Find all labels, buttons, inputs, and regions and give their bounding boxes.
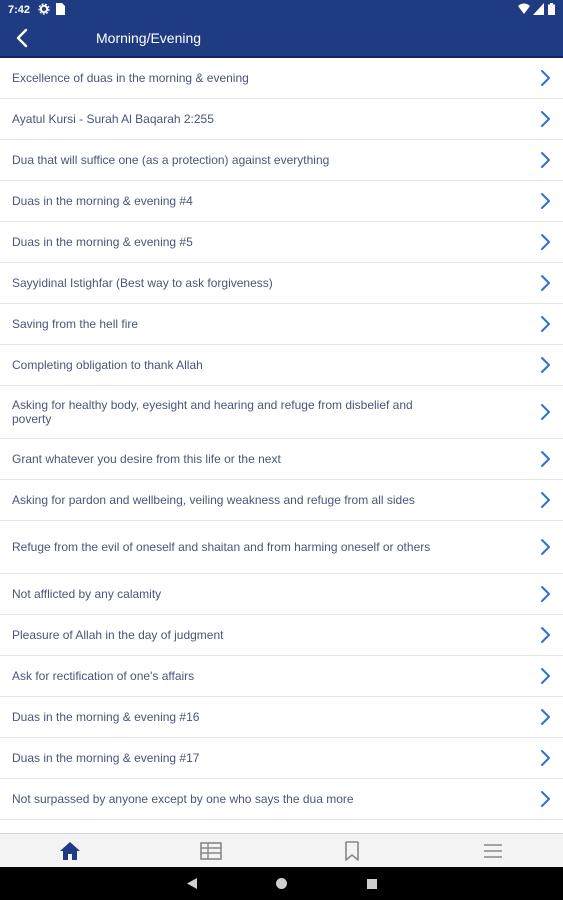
list-item[interactable]: Pleasure of Allah in the day of judgment bbox=[0, 615, 563, 656]
list-item[interactable]: Not surpassed by anyone except by one wh… bbox=[0, 779, 563, 820]
home-circle-icon[interactable] bbox=[275, 877, 288, 895]
chevron-right-icon bbox=[539, 69, 551, 87]
chevron-right-icon bbox=[539, 315, 551, 333]
list-item-label: Asking for healthy body, eyesight and he… bbox=[12, 398, 413, 426]
list-item-label: Refuge from the evil of oneself and shai… bbox=[12, 540, 431, 554]
list-item-label: Excellence of duas in the morning & even… bbox=[12, 71, 249, 85]
list-item[interactable]: Dua that will suffice one (as a protecti… bbox=[0, 140, 563, 181]
list-item-label: Duas in the morning & evening #17 bbox=[12, 751, 200, 765]
list-item[interactable]: Duas in the morning & evening #16 bbox=[0, 697, 563, 738]
status-time: 7:42 bbox=[8, 4, 31, 16]
battery-icon bbox=[548, 3, 555, 18]
chevron-right-icon bbox=[539, 585, 551, 603]
chevron-right-icon bbox=[539, 233, 551, 251]
list-item-label: Dua that will suffice one (as a protecti… bbox=[12, 153, 330, 167]
list-item-label: Duas in the morning & evening #16 bbox=[12, 710, 200, 724]
back-triangle-icon[interactable] bbox=[186, 877, 198, 895]
list-item[interactable]: Ask for rectification of one's affairs bbox=[0, 656, 563, 697]
list-item[interactable]: Excellence of duas in the morning & even… bbox=[0, 58, 563, 99]
signal-icon bbox=[533, 3, 544, 18]
list-item-label: Sayyidinal Istighfar (Best way to ask fo… bbox=[12, 276, 273, 290]
chevron-right-icon bbox=[539, 450, 551, 468]
list-item-label: Not afflicted by any calamity bbox=[12, 587, 162, 601]
chevron-right-icon bbox=[539, 790, 551, 808]
sim-icon bbox=[56, 3, 65, 18]
gear-icon bbox=[38, 3, 50, 18]
menu-icon[interactable] bbox=[478, 838, 508, 864]
list-item[interactable]: Asking for healthy body, eyesight and he… bbox=[0, 386, 563, 439]
chevron-right-icon bbox=[539, 708, 551, 726]
chevron-right-icon bbox=[539, 749, 551, 767]
list-item[interactable]: Duas in the morning & evening #5 bbox=[0, 222, 563, 263]
list-item[interactable]: Duas in the morning & evening #17 bbox=[0, 738, 563, 779]
chevron-right-icon bbox=[539, 274, 551, 292]
bottom-nav bbox=[0, 833, 563, 868]
recents-square-icon[interactable] bbox=[366, 877, 378, 895]
chevron-right-icon bbox=[539, 356, 551, 374]
chevron-right-icon bbox=[539, 538, 551, 556]
list-item[interactable]: Asking for pardon and wellbeing, veiling… bbox=[0, 480, 563, 521]
list-item[interactable]: Duas in the morning & evening #4 bbox=[0, 181, 563, 222]
table-icon[interactable] bbox=[196, 838, 226, 864]
list-item-label: Ayatul Kursi - Surah Al Baqarah 2:255 bbox=[12, 112, 214, 126]
chevron-right-icon bbox=[539, 403, 551, 421]
list-item-label: Duas in the morning & evening #4 bbox=[12, 194, 193, 208]
list-item-label: Grant whatever you desire from this life… bbox=[12, 452, 281, 466]
list-item[interactable]: Sayyidinal Istighfar (Best way to ask fo… bbox=[0, 263, 563, 304]
list-item[interactable]: Ayatul Kursi - Surah Al Baqarah 2:255 bbox=[0, 99, 563, 140]
list-item[interactable]: Saving from the hell fire bbox=[0, 304, 563, 345]
chevron-right-icon bbox=[539, 491, 551, 509]
chevron-right-icon bbox=[539, 667, 551, 685]
app-bar: Morning/Evening bbox=[0, 20, 563, 58]
list-item-label: Duas in the morning & evening #5 bbox=[12, 235, 193, 249]
chevron-right-icon bbox=[539, 626, 551, 644]
list-item-label: Asking for pardon and wellbeing, veiling… bbox=[12, 493, 415, 507]
list-item-label: Completing obligation to thank Allah bbox=[12, 358, 203, 372]
system-nav-bar bbox=[0, 867, 563, 900]
list-item[interactable]: Refuge from the evil of oneself and shai… bbox=[0, 521, 563, 574]
bookmark-icon[interactable] bbox=[337, 838, 367, 864]
chevron-right-icon bbox=[539, 192, 551, 210]
chevron-left-icon[interactable] bbox=[12, 27, 34, 49]
list-item-label: Pleasure of Allah in the day of judgment bbox=[12, 628, 224, 642]
list-item[interactable]: Completing obligation to thank Allah bbox=[0, 345, 563, 386]
wifi-icon bbox=[518, 3, 530, 18]
chevron-right-icon bbox=[539, 151, 551, 169]
home-icon[interactable] bbox=[55, 838, 85, 864]
list-item[interactable]: Not afflicted by any calamity bbox=[0, 574, 563, 615]
chevron-right-icon bbox=[539, 110, 551, 128]
list-item-label: Saving from the hell fire bbox=[12, 317, 139, 331]
list-item-label: Not surpassed by anyone except by one wh… bbox=[12, 792, 354, 806]
list-item[interactable]: Grant whatever you desire from this life… bbox=[0, 439, 563, 480]
dua-list: Excellence of duas in the morning & even… bbox=[0, 58, 563, 833]
list-item-label: Ask for rectification of one's affairs bbox=[12, 669, 195, 683]
status-bar: 7:42 bbox=[0, 0, 563, 20]
page-title: Morning/Evening bbox=[96, 30, 202, 46]
